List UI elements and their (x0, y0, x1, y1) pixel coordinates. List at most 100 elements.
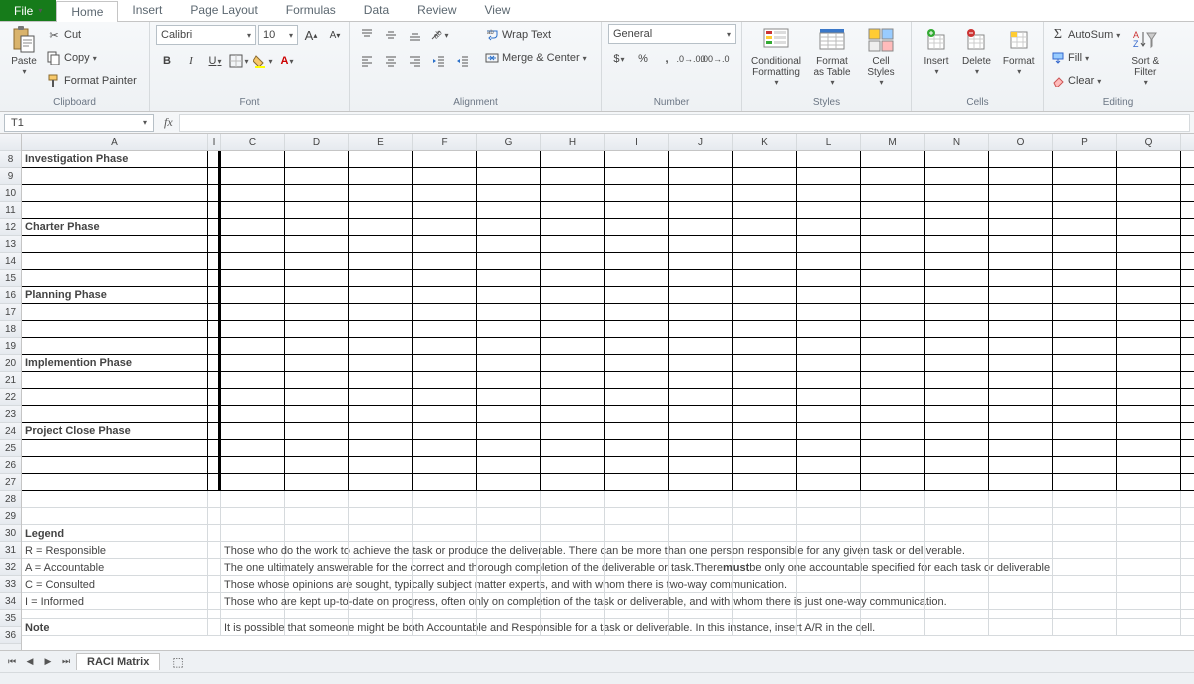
cell[interactable] (605, 525, 669, 542)
cell[interactable] (349, 304, 413, 321)
cell[interactable] (861, 593, 925, 610)
cell[interactable] (349, 253, 413, 270)
cell[interactable] (221, 423, 285, 440)
cell[interactable] (669, 202, 733, 219)
cell[interactable] (861, 542, 925, 559)
tab-file[interactable]: File▾ (0, 0, 56, 21)
cell[interactable] (349, 423, 413, 440)
cell[interactable] (925, 525, 989, 542)
sheet-tab-raci[interactable]: RACI Matrix (76, 653, 160, 670)
cell[interactable] (925, 406, 989, 423)
row-header[interactable]: 32 (0, 559, 21, 576)
cell[interactable] (221, 440, 285, 457)
cell[interactable] (413, 525, 477, 542)
cell[interactable] (733, 355, 797, 372)
cell[interactable] (413, 270, 477, 287)
cell[interactable] (733, 542, 797, 559)
row-header[interactable]: 18 (0, 321, 21, 338)
cell[interactable] (1053, 321, 1117, 338)
cell[interactable] (349, 619, 413, 636)
cell[interactable] (22, 372, 208, 389)
cell[interactable] (22, 168, 208, 185)
cell[interactable] (208, 542, 221, 559)
cell[interactable] (605, 576, 669, 593)
cell[interactable] (349, 185, 413, 202)
cell[interactable] (1053, 423, 1117, 440)
cell[interactable] (989, 321, 1053, 338)
column-header[interactable]: F (413, 134, 477, 150)
cell[interactable] (797, 525, 861, 542)
cell[interactable]: The one ultimately answerable for the co… (221, 559, 285, 576)
clear-button[interactable]: Clear▾ (1050, 70, 1120, 92)
cell[interactable]: Project Close Phase (22, 423, 208, 440)
cell[interactable] (733, 168, 797, 185)
cell[interactable] (797, 355, 861, 372)
cell[interactable] (541, 219, 605, 236)
cell[interactable] (477, 593, 541, 610)
cell[interactable] (925, 236, 989, 253)
cell[interactable] (208, 593, 221, 610)
cell[interactable] (541, 406, 605, 423)
cell[interactable] (22, 253, 208, 270)
cell[interactable] (221, 151, 285, 168)
decrease-indent-button[interactable] (428, 50, 450, 72)
tab-home[interactable]: Home (56, 1, 118, 22)
cell[interactable] (541, 593, 605, 610)
cell[interactable] (349, 236, 413, 253)
row-header[interactable]: 11 (0, 202, 21, 219)
cell[interactable] (797, 542, 861, 559)
paste-button[interactable]: Paste▾ (6, 24, 42, 78)
cell[interactable] (1053, 406, 1117, 423)
cell[interactable] (861, 253, 925, 270)
cell[interactable] (285, 202, 349, 219)
cell[interactable] (669, 576, 733, 593)
cell[interactable] (669, 219, 733, 236)
cell[interactable] (208, 440, 221, 457)
cell[interactable] (989, 287, 1053, 304)
cell[interactable] (477, 219, 541, 236)
cell[interactable] (669, 168, 733, 185)
cell[interactable] (208, 474, 221, 491)
cell[interactable] (477, 338, 541, 355)
cell[interactable] (605, 270, 669, 287)
cell[interactable] (733, 338, 797, 355)
cell[interactable] (605, 321, 669, 338)
cell[interactable] (669, 253, 733, 270)
cell[interactable] (208, 236, 221, 253)
cell[interactable] (669, 619, 733, 636)
cell[interactable] (989, 576, 1053, 593)
cell[interactable] (22, 321, 208, 338)
cell[interactable] (1053, 619, 1117, 636)
cell[interactable] (541, 372, 605, 389)
cell[interactable] (925, 355, 989, 372)
cell[interactable] (989, 491, 1053, 508)
cell[interactable] (285, 593, 349, 610)
cell[interactable] (605, 168, 669, 185)
cell[interactable]: Those who are kept up-to-date on progres… (221, 593, 285, 610)
cell[interactable] (208, 304, 221, 321)
cell[interactable] (349, 508, 413, 525)
select-all-corner[interactable] (0, 134, 21, 151)
cell[interactable]: Planning Phase (22, 287, 208, 304)
cell[interactable] (541, 559, 605, 576)
row-header[interactable]: 8 (0, 151, 21, 168)
cell[interactable] (208, 508, 221, 525)
cell[interactable] (669, 474, 733, 491)
cell[interactable] (413, 593, 477, 610)
cell[interactable] (669, 304, 733, 321)
cell[interactable] (285, 185, 349, 202)
cell[interactable] (541, 474, 605, 491)
cell[interactable] (477, 372, 541, 389)
cell[interactable] (1053, 355, 1117, 372)
cell[interactable] (989, 338, 1053, 355)
cell[interactable] (413, 372, 477, 389)
cell[interactable] (605, 491, 669, 508)
cell[interactable] (1053, 253, 1117, 270)
cell[interactable] (22, 440, 208, 457)
cell[interactable] (208, 321, 221, 338)
cell[interactable] (221, 253, 285, 270)
cell[interactable] (1117, 457, 1181, 474)
cell[interactable] (1053, 593, 1117, 610)
cell[interactable] (989, 440, 1053, 457)
cell[interactable] (208, 559, 221, 576)
